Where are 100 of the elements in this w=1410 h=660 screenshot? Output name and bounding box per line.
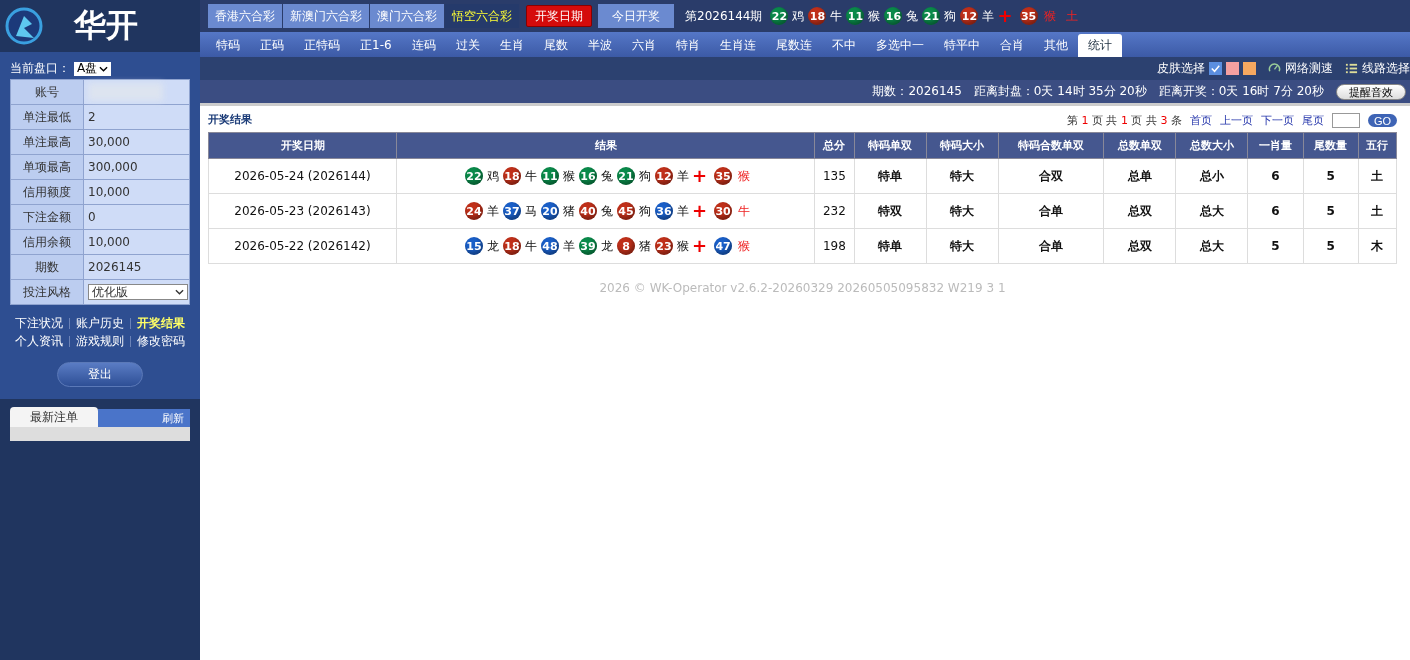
nav-tab[interactable]: 尾数连 <box>765 34 822 57</box>
nav-tab[interactable]: 其他 <box>1033 34 1078 57</box>
account-label: 单注最低 <box>10 104 84 130</box>
nav-tab[interactable]: 不中 <box>821 34 866 57</box>
nav-tab[interactable]: 连码 <box>401 34 446 57</box>
prev-page-link[interactable]: 上一页 <box>1219 113 1253 128</box>
lottery-tab[interactable]: 香港六合彩 <box>208 4 282 28</box>
skin-swatch[interactable] <box>1226 62 1239 75</box>
number-ball: 18 <box>808 7 827 25</box>
number-ball: 45 <box>616 202 635 220</box>
table-cell: 2026-05-22 (2026142) <box>208 228 397 264</box>
nav-tab[interactable]: 六肖 <box>621 34 666 57</box>
table-cell: 总双 <box>1103 228 1176 264</box>
refresh-tab[interactable]: 刷新 <box>98 409 190 427</box>
zodiac-label: 猴 <box>738 167 751 185</box>
nav-tab[interactable]: 特平中 <box>933 34 990 57</box>
table-cell: 6 <box>1247 193 1303 229</box>
table-cell: 总双 <box>1103 193 1176 229</box>
table-cell: 总单 <box>1103 158 1176 194</box>
style-select[interactable]: 优化版 <box>88 284 188 300</box>
zodiac-label: 猴 <box>738 237 751 255</box>
table-cell: 特双 <box>854 193 927 229</box>
nav-tab[interactable]: 正码 <box>250 34 294 57</box>
account-label: 账号 <box>10 79 84 105</box>
sidebar-link[interactable]: 下注状况 <box>15 315 63 332</box>
sidebar-link[interactable]: 游戏规则 <box>76 333 124 350</box>
table-cell: 特单 <box>854 158 927 194</box>
table-cell: 5 <box>1247 228 1303 264</box>
list-icon <box>1345 62 1358 75</box>
account-value: 10,000 <box>88 235 130 249</box>
zodiac-label: 羊 <box>562 237 575 255</box>
nav-tab[interactable]: 合肖 <box>989 34 1034 57</box>
first-page-link[interactable]: 首页 <box>1189 113 1212 128</box>
zodiac-label: 猪 <box>562 202 575 220</box>
lottery-tab[interactable]: 澳门六合彩 <box>370 4 444 28</box>
number-ball: 18 <box>502 167 521 185</box>
zodiac-label: 牛 <box>524 167 537 185</box>
draw-period: 第2026144期 <box>685 7 763 25</box>
lottery-tab[interactable]: 悟空六合彩 <box>445 4 519 28</box>
page-input[interactable] <box>1331 113 1360 128</box>
nav-tab[interactable]: 半波 <box>577 34 622 57</box>
sound-button[interactable]: 提醒音效 <box>1336 83 1406 100</box>
table-cell: 合单 <box>998 193 1104 229</box>
sidebar-link[interactable]: 账户历史 <box>76 315 124 332</box>
number-ball: 22 <box>464 167 483 185</box>
zodiac-label: 羊 <box>676 167 689 185</box>
nav-tab[interactable]: 正特码 <box>294 34 350 57</box>
table-cell: 总大 <box>1175 193 1248 229</box>
close-countdown: 距离封盘：0天 14时 35分 20秒 <box>973 83 1147 100</box>
account-value: 300,000 <box>88 160 138 174</box>
nav-tab[interactable]: 正1-6 <box>350 34 402 57</box>
account-value: 0 <box>88 210 96 224</box>
zodiac-label: 羊 <box>676 202 689 220</box>
sidebar-link[interactable]: 个人资讯 <box>15 333 63 350</box>
element-label: 土 <box>1065 7 1078 25</box>
zodiac-label: 鸡 <box>792 7 805 25</box>
number-ball: 40 <box>578 202 597 220</box>
number-ball: 22 <box>770 7 789 25</box>
account-label: 投注风格 <box>10 279 84 305</box>
number-ball: 8 <box>616 237 635 255</box>
number-ball: 16 <box>578 167 597 185</box>
logout-button[interactable]: 登出 <box>57 362 143 387</box>
nav-tab[interactable]: 特肖 <box>665 34 710 57</box>
nav-tab[interactable]: 尾数 <box>533 34 578 57</box>
skin-swatch[interactable] <box>1243 62 1256 75</box>
draw-date-button[interactable]: 开奖日期 <box>526 5 592 27</box>
number-ball: 37 <box>502 202 521 220</box>
table-cell: 135 <box>814 158 855 194</box>
nav-tab[interactable]: 生肖 <box>489 34 534 57</box>
nav-tab[interactable]: 过关 <box>445 34 490 57</box>
skin-swatch[interactable] <box>1209 62 1222 75</box>
line-select-link[interactable]: 线路选择 <box>1362 60 1410 77</box>
account-label: 单项最高 <box>10 154 84 180</box>
sidebar-link[interactable]: 修改密码 <box>137 333 185 350</box>
go-button[interactable]: GO <box>1367 114 1397 127</box>
footer-text: 2026 © WK-Operator v2.6.2-20260329 20260505095832 W219 3 1 <box>598 281 1007 295</box>
zodiac-label: 马 <box>524 202 537 220</box>
nav-tab[interactable]: 统计 <box>1077 34 1122 57</box>
number-ball: 21 <box>616 167 635 185</box>
lottery-tab[interactable]: 新澳门六合彩 <box>283 4 369 28</box>
nav-tab[interactable]: 生肖连 <box>709 34 766 57</box>
next-page-link[interactable]: 下一页 <box>1260 113 1294 128</box>
table-cell: 特大 <box>926 193 999 229</box>
draw-countdown: 距离开奖：0天 16时 7分 20秒 <box>1158 83 1324 100</box>
sidebar-link[interactable]: 开奖结果 <box>137 315 185 332</box>
column-header: 总数单双 <box>1103 132 1176 159</box>
table-cell: 合单 <box>998 228 1104 264</box>
last-page-link[interactable]: 尾页 <box>1301 113 1324 128</box>
market-select[interactable]: A盘 <box>74 61 112 76</box>
table-cell: 6 <box>1247 158 1303 194</box>
latest-bets-tab[interactable]: 最新注单 <box>10 407 98 427</box>
chevron-down-icon <box>99 65 109 72</box>
today-draw-tab[interactable]: 今日开奖 <box>598 4 674 28</box>
zodiac-label: 羊 <box>486 202 499 220</box>
number-ball: 16 <box>884 7 903 25</box>
nav-tab[interactable]: 多选中一 <box>865 34 934 57</box>
speed-test-link[interactable]: 网络测速 <box>1285 60 1333 77</box>
table-cell: 5 <box>1303 158 1359 194</box>
nav-tab[interactable]: 特码 <box>206 34 250 57</box>
account-label: 下注金额 <box>10 204 84 230</box>
